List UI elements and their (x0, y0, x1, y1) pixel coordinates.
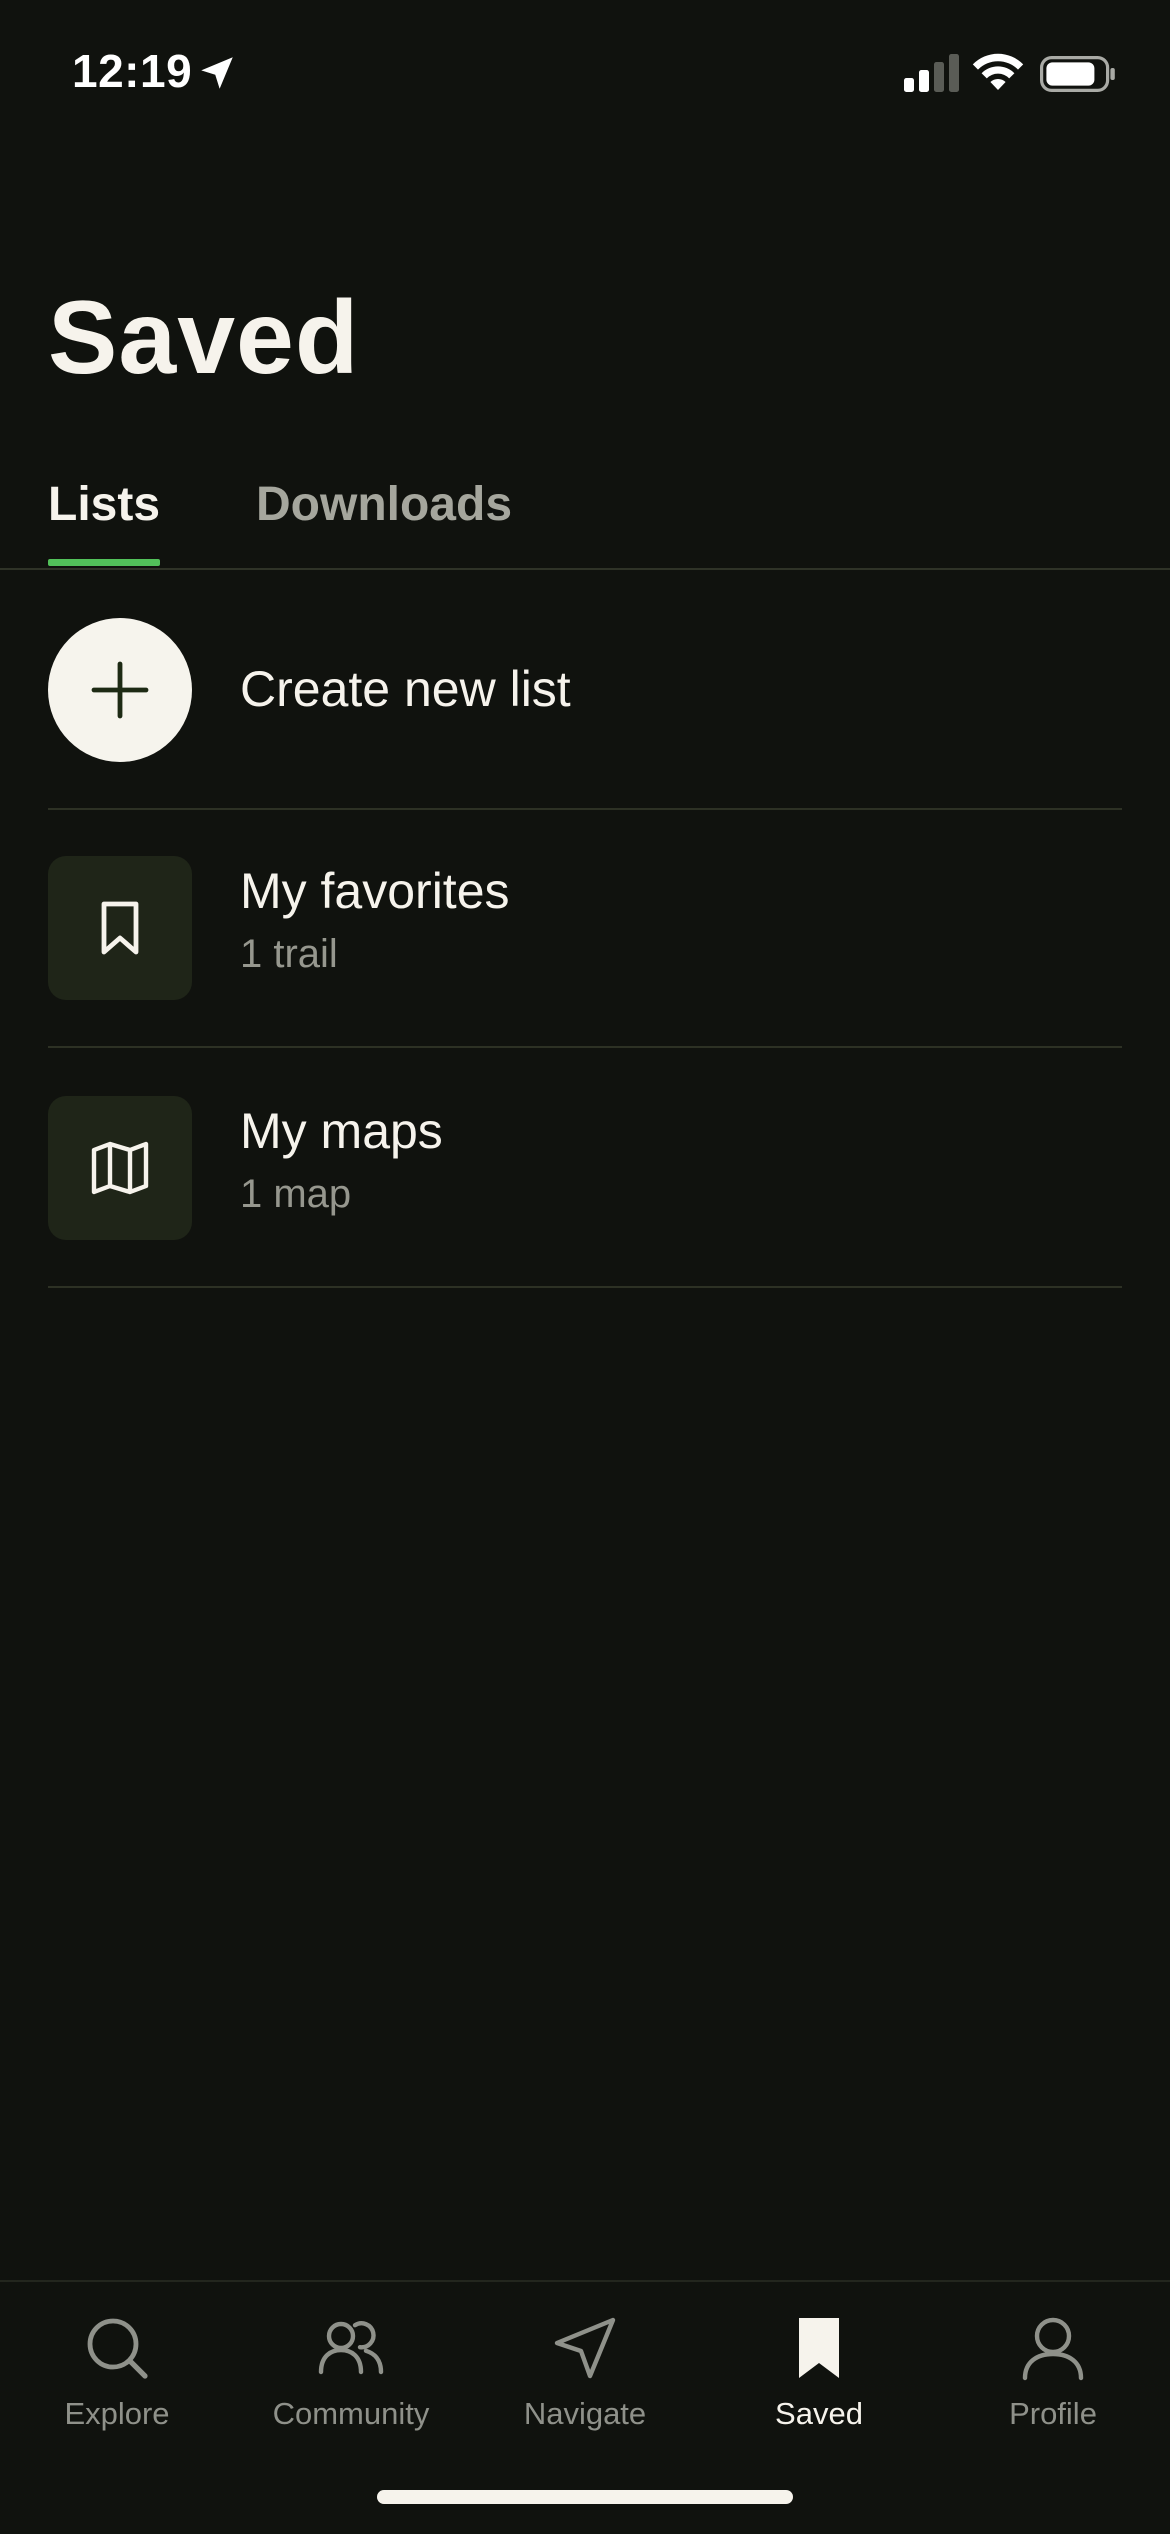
map-icon (91, 1141, 149, 1195)
bookmark-icon (101, 901, 139, 955)
nav-label: Navigate (523, 2396, 647, 2431)
list-title: My maps (240, 1103, 443, 1159)
create-list-label: Create new list (240, 661, 571, 717)
home-indicator[interactable] (377, 2490, 793, 2504)
list-title: My favorites (240, 863, 510, 919)
page-title: Saved (48, 280, 360, 396)
cellular-signal-icon (904, 54, 959, 92)
list-thumbnail (48, 1096, 192, 1240)
nav-profile[interactable]: Profile (936, 2302, 1170, 2462)
nav-label: Profile (1009, 2396, 1097, 2431)
list-count: 1 trail (240, 932, 338, 976)
create-list-button[interactable] (48, 618, 192, 762)
nav-label: Saved (775, 2396, 863, 2431)
navigate-icon (554, 2317, 616, 2379)
tab-lists[interactable]: Lists (48, 470, 161, 566)
search-icon (87, 2318, 148, 2379)
create-new-list-row[interactable]: Create new list (48, 604, 1122, 810)
wifi-icon (972, 53, 1024, 90)
list-thumbnail (48, 856, 192, 1000)
profile-icon (1022, 2317, 1084, 2381)
nav-community[interactable]: Community (234, 2302, 468, 2462)
list-item-my-maps[interactable]: My maps 1 map (48, 1048, 1122, 1288)
battery-icon (1040, 56, 1115, 92)
community-icon (318, 2321, 384, 2375)
nav-label: Community (272, 2396, 430, 2431)
tab-downloads[interactable]: Downloads (256, 470, 512, 566)
nav-explore[interactable]: Explore (0, 2302, 234, 2462)
status-bar: 12:19 (0, 0, 1170, 150)
bookmark-icon (799, 2318, 839, 2378)
status-time: 12:19 (72, 45, 193, 97)
plus-icon (91, 661, 149, 719)
nav-navigate[interactable]: Navigate (468, 2302, 702, 2462)
list-count: 1 map (240, 1172, 352, 1216)
list-item-my-favorites[interactable]: My favorites 1 trail (48, 808, 1122, 1048)
tab-bar-top: Lists Downloads (0, 460, 1170, 570)
location-arrow-icon (201, 57, 233, 89)
nav-label: Explore (64, 2396, 170, 2431)
nav-saved[interactable]: Saved (702, 2302, 936, 2462)
